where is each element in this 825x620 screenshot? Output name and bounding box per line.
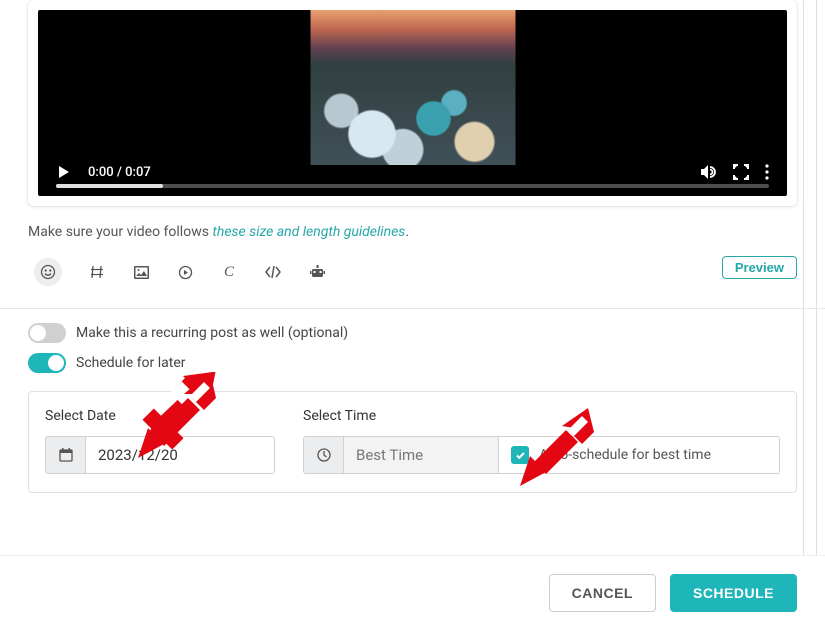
hashtag-icon[interactable] — [88, 263, 106, 281]
video-icon[interactable] — [176, 263, 194, 281]
cancel-button[interactable]: CANCEL — [549, 574, 656, 612]
date-input[interactable]: 2023/12/20 — [45, 436, 275, 474]
video-thumbnail — [310, 10, 515, 165]
video-progress[interactable] — [56, 184, 769, 188]
auto-schedule-box: Auto-schedule for best time — [499, 436, 780, 474]
schedule-later-toggle[interactable] — [28, 353, 66, 373]
time-label: Select Time — [303, 408, 780, 424]
video-card: 0:00 / 0:07 — [28, 0, 797, 206]
guideline-link[interactable]: these size and length guidelines — [212, 224, 405, 240]
calendar-icon — [46, 437, 86, 473]
canva-icon[interactable]: C — [220, 263, 238, 281]
preview-button[interactable]: Preview — [722, 256, 797, 279]
schedule-button[interactable]: SCHEDULE — [670, 574, 797, 612]
more-icon[interactable] — [765, 164, 769, 180]
image-icon[interactable] — [132, 263, 150, 281]
emoji-icon[interactable] — [34, 258, 62, 286]
recurring-toggle[interactable] — [28, 323, 66, 343]
schedule-box: Select Date 2023/12/20 Select Time Best … — [28, 391, 797, 493]
guideline-text: Make sure your video follows these size … — [28, 224, 797, 240]
time-input[interactable]: Best Time — [303, 436, 499, 474]
clock-icon — [304, 437, 344, 473]
fullscreen-icon[interactable] — [733, 164, 749, 180]
schedule-later-label: Schedule for later — [76, 355, 186, 371]
time-value[interactable]: Best Time — [344, 436, 499, 474]
date-label: Select Date — [45, 408, 275, 424]
code-icon[interactable] — [264, 263, 282, 281]
date-value[interactable]: 2023/12/20 — [86, 437, 274, 473]
robot-icon[interactable] — [308, 263, 326, 281]
auto-schedule-label: Auto-schedule for best time — [539, 447, 711, 463]
recurring-label: Make this a recurring post as well (opti… — [76, 325, 348, 341]
volume-icon[interactable] — [699, 163, 717, 181]
video-time: 0:00 / 0:07 — [88, 165, 151, 180]
auto-schedule-checkbox[interactable] — [511, 446, 529, 464]
footer: CANCEL SCHEDULE — [0, 555, 825, 612]
editor-toolbar: C Preview — [28, 254, 797, 290]
video-player[interactable]: 0:00 / 0:07 — [38, 10, 787, 196]
play-icon[interactable] — [56, 164, 72, 180]
